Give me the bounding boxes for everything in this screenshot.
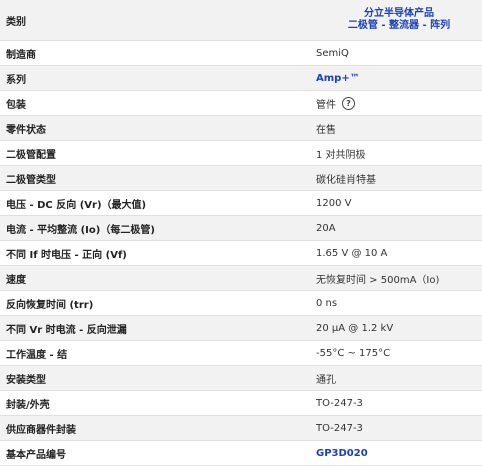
- row-base-product-number: 基本产品编号 GP3D020: [0, 441, 482, 466]
- help-icon[interactable]: ?: [342, 96, 355, 110]
- row-junction-temperature: 工作温度 - 结 -55°C ~ 175°C: [0, 341, 482, 366]
- row-diode-type: 二极管类型 碳化硅肖特基: [0, 166, 482, 191]
- series-link[interactable]: Amp+™: [308, 66, 482, 90]
- row-label: 电流 - 平均整流 (Io)（每二极管): [6, 224, 155, 236]
- row-value: 20 µA @ 1.2 kV: [316, 322, 394, 334]
- row-value: 无恢复时间 > 500mA（Io): [316, 274, 440, 286]
- row-label: 速度: [6, 274, 26, 286]
- row-value: TO-247-3: [316, 397, 363, 409]
- row-value: 管件 ?: [308, 91, 482, 115]
- row-label: 反向恢复时间 (trr): [6, 299, 94, 311]
- row-label: 类别: [6, 16, 26, 28]
- row-label: 不同 If 时电压 - 正向 (Vf): [6, 249, 127, 261]
- row-value: 在售: [316, 124, 336, 136]
- row-forward-voltage: 不同 If 时电压 - 正向 (Vf) 1.65 V @ 10 A: [0, 241, 482, 266]
- row-part-status: 零件状态 在售: [0, 116, 482, 141]
- product-attributes-table: 类别 分立半导体产品 二极管 - 整流器 - 阵列 制造商 SemiQ 系列 A…: [0, 0, 482, 466]
- row-reverse-leakage: 不同 Vr 时电流 - 反向泄漏 20 µA @ 1.2 kV: [0, 316, 482, 341]
- row-label: 电压 - DC 反向 (Vr)（最大值): [6, 199, 147, 211]
- row-reverse-recovery-time: 反向恢复时间 (trr) 0 ns: [0, 291, 482, 316]
- row-value: 0 ns: [316, 297, 338, 309]
- base-product-link[interactable]: GP3D020: [308, 441, 482, 465]
- row-package-case: 封装/外壳 TO-247-3: [0, 391, 482, 416]
- row-label: 供应商器件封装: [6, 424, 76, 436]
- row-value: 20A: [316, 222, 336, 234]
- row-label: 零件状态: [6, 124, 46, 136]
- row-label: 不同 Vr 时电流 - 反向泄漏: [6, 324, 127, 336]
- row-value: -55°C ~ 175°C: [316, 347, 391, 359]
- row-value: 1 对共阴极: [316, 149, 366, 161]
- row-value: SemiQ: [316, 47, 349, 59]
- row-label: 基本产品编号: [6, 449, 66, 461]
- row-speed: 速度 无恢复时间 > 500mA（Io): [0, 266, 482, 291]
- row-manufacturer: 制造商 SemiQ: [0, 41, 482, 66]
- row-label: 二极管类型: [6, 174, 56, 186]
- row-rectified-current: 电流 - 平均整流 (Io)（每二极管) 20A: [0, 216, 482, 241]
- category-line-2[interactable]: 二极管 - 整流器 - 阵列: [348, 20, 450, 32]
- row-value: 1200 V: [316, 197, 352, 209]
- row-value: 碳化硅肖特基: [316, 174, 376, 186]
- row-diode-configuration: 二极管配置 1 对共阴极: [0, 141, 482, 166]
- row-value: 通孔: [316, 374, 336, 386]
- row-packaging: 包装 管件 ?: [0, 91, 482, 116]
- row-mounting-type: 安装类型 通孔: [0, 366, 482, 391]
- row-label: 系列: [6, 74, 26, 86]
- row-label: 封装/外壳: [6, 399, 50, 411]
- packaging-value: 管件: [316, 99, 336, 111]
- row-reverse-voltage: 电压 - DC 反向 (Vr)（最大值) 1200 V: [0, 191, 482, 216]
- category-link[interactable]: 分立半导体产品 二极管 - 整流器 - 阵列: [308, 0, 482, 40]
- row-category: 类别 分立半导体产品 二极管 - 整流器 - 阵列: [0, 0, 482, 41]
- row-label: 安装类型: [6, 374, 46, 386]
- row-series: 系列 Amp+™: [0, 66, 482, 91]
- row-label: 制造商: [6, 49, 36, 61]
- row-supplier-device-package: 供应商器件封装 TO-247-3: [0, 416, 482, 441]
- row-value: TO-247-3: [316, 422, 363, 434]
- category-line-1[interactable]: 分立半导体产品: [364, 8, 434, 20]
- row-label: 工作温度 - 结: [6, 349, 68, 361]
- row-label: 二极管配置: [6, 149, 56, 161]
- row-label: 包装: [6, 99, 26, 111]
- row-value: 1.65 V @ 10 A: [316, 247, 388, 259]
